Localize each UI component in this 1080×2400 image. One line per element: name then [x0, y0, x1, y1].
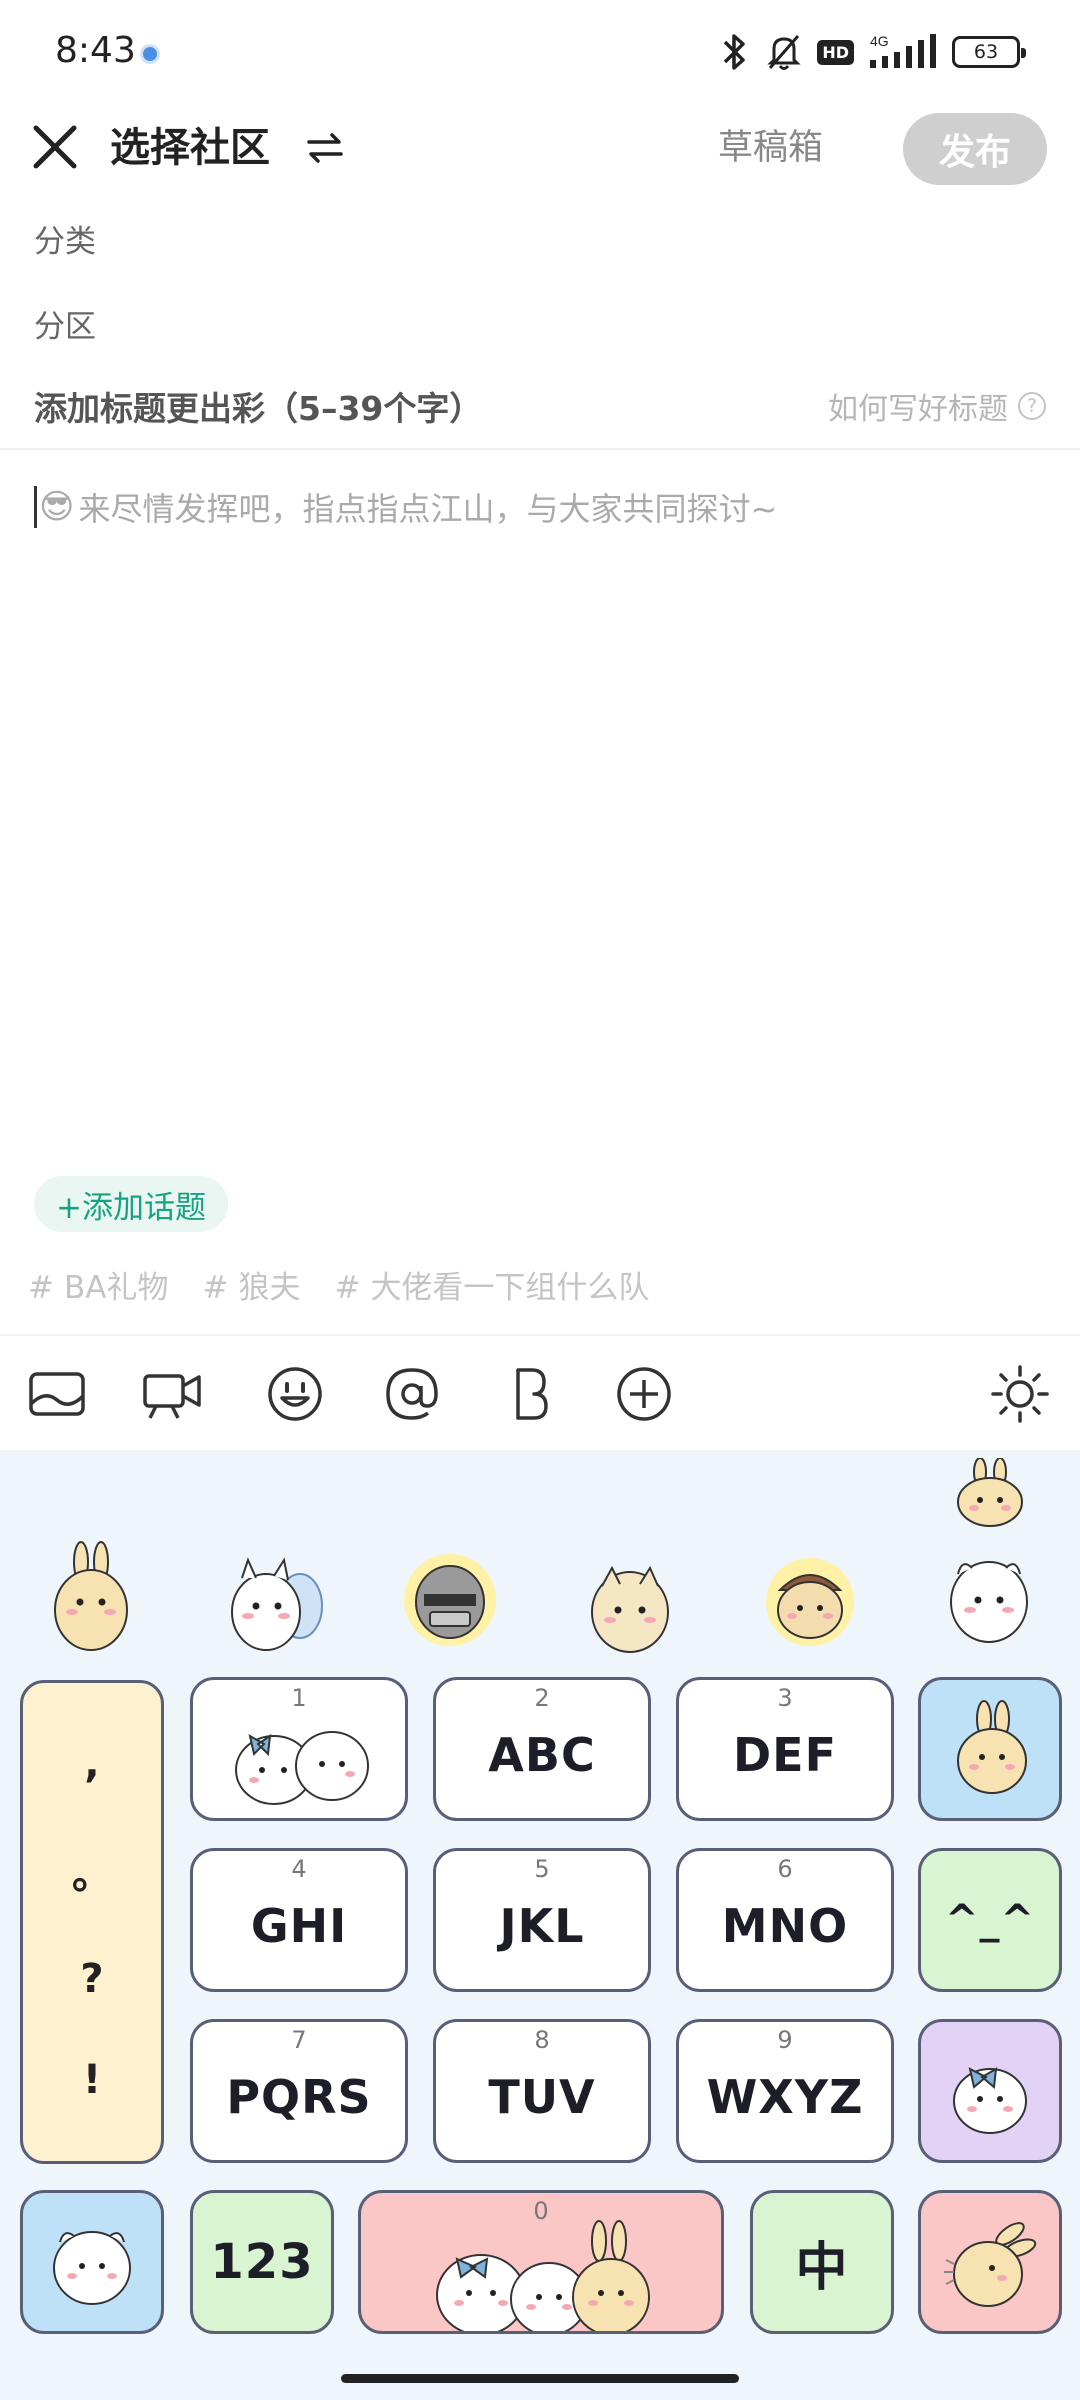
- sticker-bar: [0, 1450, 1080, 1670]
- section-field[interactable]: 分区: [34, 301, 96, 346]
- punct-exclaim: !: [82, 2057, 102, 2104]
- key-3-def[interactable]: 3 DEF: [676, 1677, 894, 1821]
- battery-indicator: 63: [952, 36, 1026, 68]
- status-bar: 8:43 HD 4G 63: [0, 0, 1080, 105]
- text-cursor: [34, 486, 37, 528]
- plus-circle-icon[interactable]: [614, 1364, 674, 1424]
- numbers-key[interactable]: 123: [190, 2190, 334, 2334]
- suggested-tags: # BA礼物 # 狼夫 # 大佬看一下组什么队: [28, 1262, 649, 1307]
- home-indicator[interactable]: [341, 2374, 739, 2383]
- key-7-pqrs[interactable]: 7 PQRS: [190, 2019, 408, 2163]
- hd-badge: HD: [817, 39, 854, 65]
- question-icon: ?: [1018, 392, 1046, 420]
- rabbit-sticker-icon[interactable]: [950, 1457, 1030, 1532]
- body-input[interactable]: 😎 来尽情发挥吧，指点指点江山，与大家共同探讨~: [34, 484, 777, 530]
- send-key[interactable]: [918, 2190, 1062, 2334]
- svg-text:4G: 4G: [870, 33, 889, 49]
- mention-icon[interactable]: [382, 1364, 442, 1424]
- key-5-jkl[interactable]: 5 JKL: [433, 1848, 651, 1992]
- body-placeholder: 来尽情发挥吧，指点指点江山，与大家共同探讨~: [78, 490, 778, 528]
- mask-sticker-icon[interactable]: [400, 1550, 500, 1654]
- emoticon-key[interactable]: ^_^: [918, 1848, 1062, 1992]
- title-help-link[interactable]: 如何写好标题 ?: [828, 384, 1046, 428]
- space-key[interactable]: 0: [358, 2190, 724, 2334]
- squirrel-sticker-icon[interactable]: [224, 1550, 324, 1664]
- punct-period: 。: [72, 1852, 112, 1899]
- select-community-button[interactable]: 选择社区: [110, 122, 270, 174]
- key-2-abc[interactable]: 2 ABC: [433, 1677, 651, 1821]
- category-field[interactable]: 分类: [34, 216, 96, 261]
- drafts-button[interactable]: 草稿箱: [718, 124, 823, 172]
- chiikawa-trio-sticker-icon: [436, 2220, 650, 2331]
- delete-key[interactable]: [918, 1677, 1062, 1821]
- mute-bell-icon: [765, 32, 803, 72]
- punct-question: ?: [80, 1955, 104, 2002]
- divider: [0, 448, 1080, 450]
- chiikawa-sticker-icon[interactable]: [944, 1546, 1034, 1650]
- sticker-key[interactable]: [20, 2190, 164, 2334]
- signal-icon: 4G: [868, 32, 938, 72]
- notification-dot-icon: [140, 44, 160, 64]
- rabbit-delete-icon: [957, 1700, 1027, 1794]
- key-1[interactable]: 1: [190, 1677, 408, 1821]
- theme-brightness-icon[interactable]: [990, 1364, 1050, 1424]
- rabbit-sticker-icon[interactable]: [46, 1540, 136, 1664]
- chiikawa-sticker-icon: [53, 2231, 131, 2305]
- key-4-ghi[interactable]: 4 GHI: [190, 1848, 408, 1992]
- keyboard: , 。 ? ! 1 2 ABC 3 DEF 4 GHI 5 JKL 6 MNO ^_^: [0, 1450, 1080, 2400]
- status-time: 8:43: [55, 30, 136, 71]
- tag-chip[interactable]: # 大佬看一下组什么队: [334, 1262, 649, 1307]
- video-icon[interactable]: [142, 1364, 202, 1424]
- chiikawa-pair-sticker-icon: [235, 1731, 369, 1805]
- punct-comma: ,: [84, 1740, 100, 1787]
- image-icon[interactable]: [27, 1364, 87, 1424]
- rabbit-send-icon: [944, 2222, 1037, 2307]
- title-input[interactable]: 添加标题更出彩（5–39个字）: [34, 382, 482, 430]
- key-9-wxyz[interactable]: 9 WXYZ: [676, 2019, 894, 2163]
- punctuation-key[interactable]: , 。 ? !: [20, 1680, 164, 2164]
- bluetooth-icon: [717, 32, 751, 72]
- add-topic-button[interactable]: +添加话题: [34, 1176, 228, 1232]
- enter-key[interactable]: [918, 2019, 1062, 2163]
- tag-chip[interactable]: # BA礼物: [28, 1262, 168, 1307]
- status-icons: HD 4G 63: [717, 30, 1026, 74]
- chinese-toggle-key[interactable]: 中: [750, 2190, 894, 2334]
- hachiware-sticker-icon[interactable]: [580, 1550, 680, 1664]
- editor-toolbar: [0, 1334, 1080, 1450]
- chiikawa-enter-icon: [953, 2067, 1027, 2134]
- key-8-tuv[interactable]: 8 TUV: [433, 2019, 651, 2163]
- title-help-label: 如何写好标题: [828, 392, 1008, 427]
- bold-icon[interactable]: [500, 1364, 560, 1424]
- key-6-mno[interactable]: 6 MNO: [676, 1848, 894, 1992]
- pudding-sticker-icon[interactable]: [760, 1550, 860, 1654]
- publish-button[interactable]: 发布: [903, 113, 1047, 185]
- sunglasses-emoji: 😎: [39, 487, 75, 527]
- close-button[interactable]: [30, 122, 80, 172]
- tag-chip[interactable]: # 狼夫: [202, 1262, 300, 1307]
- emoji-icon[interactable]: [265, 1364, 325, 1424]
- switch-arrows-icon[interactable]: [305, 128, 345, 168]
